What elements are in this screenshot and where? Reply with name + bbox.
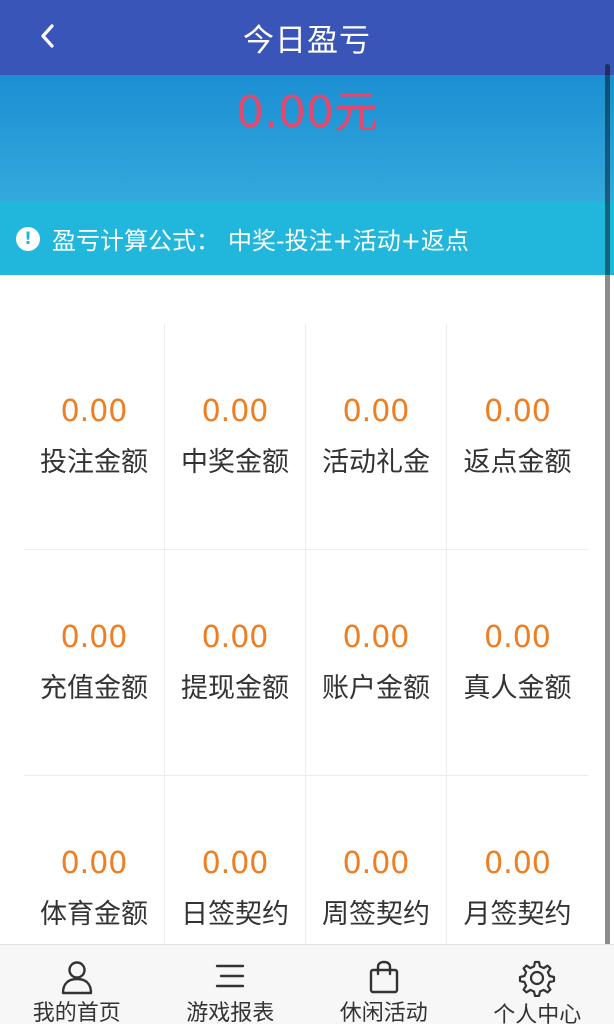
stat-value: 0.00 bbox=[484, 394, 551, 429]
stat-value: 0.00 bbox=[201, 620, 269, 655]
tab-leisure-activity[interactable]: 休闲活动 bbox=[307, 945, 461, 1024]
scrollbar[interactable] bbox=[605, 64, 610, 974]
stat-label: 日签契约 bbox=[181, 899, 289, 930]
back-chevron-icon bbox=[37, 22, 59, 54]
stat-label: 活动礼金 bbox=[322, 447, 430, 478]
stat-value: 0.00 bbox=[342, 394, 410, 429]
stat-label: 月签契约 bbox=[463, 899, 572, 930]
profit-summary: 0.00元 bbox=[0, 75, 614, 202]
navbar: 今日盈亏 bbox=[0, 0, 614, 75]
tab-personal-center-label: 个人中心 bbox=[493, 1003, 582, 1024]
total-profit-value: 0.00元 bbox=[236, 87, 378, 138]
stat-value: 0.00 bbox=[201, 846, 269, 881]
tab-game-report[interactable]: 游戏报表 bbox=[154, 945, 308, 1024]
stats-grid: 0.00 投注金额 0.00 中奖金额 0.00 活动礼金 0.00 返点金额 … bbox=[24, 324, 588, 1002]
stat-value: 0.00 bbox=[342, 846, 410, 881]
stat-cell[interactable]: 0.00 充值金额 bbox=[24, 550, 165, 776]
stat-value: 0.00 bbox=[60, 394, 128, 429]
stat-cell[interactable]: 0.00 活动礼金 bbox=[306, 324, 447, 550]
stat-label: 周签契约 bbox=[322, 899, 430, 930]
stat-value: 0.00 bbox=[484, 620, 551, 655]
stat-label: 中奖金额 bbox=[181, 447, 289, 478]
stat-value: 0.00 bbox=[60, 846, 128, 881]
stat-cell[interactable]: 0.00 返点金额 bbox=[447, 324, 588, 550]
page-title: 今日盈亏 bbox=[243, 23, 371, 59]
formula-expression: 中奖-投注+活动+返点 bbox=[228, 227, 469, 255]
tab-leisure-activity-label: 休闲活动 bbox=[339, 1001, 428, 1024]
list-icon bbox=[212, 959, 248, 995]
tab-home-label: 我的首页 bbox=[32, 1001, 121, 1024]
gear-icon bbox=[518, 959, 556, 997]
stat-value: 0.00 bbox=[201, 394, 269, 429]
stat-cell[interactable]: 0.00 真人金额 bbox=[447, 550, 588, 776]
formula-label: 盈亏计算公式： bbox=[52, 227, 220, 255]
stat-value: 0.00 bbox=[342, 620, 410, 655]
tab-game-report-label: 游戏报表 bbox=[186, 1001, 275, 1024]
tab-personal-center[interactable]: 个人中心 bbox=[461, 945, 614, 1024]
stat-label: 体育金额 bbox=[40, 899, 148, 930]
person-icon bbox=[59, 959, 95, 995]
stat-label: 返点金额 bbox=[463, 447, 572, 478]
stat-label: 账户金额 bbox=[322, 673, 430, 704]
shopping-bag-icon bbox=[366, 959, 402, 995]
back-button[interactable] bbox=[28, 18, 68, 58]
stat-cell[interactable]: 0.00 提现金额 bbox=[165, 550, 306, 776]
stat-label: 投注金额 bbox=[40, 447, 148, 478]
app-screen: 今日盈亏 0.00元 ! 盈亏计算公式： 中奖-投注+活动+返点 0.00 投注… bbox=[0, 0, 614, 1024]
stat-label: 提现金额 bbox=[181, 673, 289, 704]
tab-home[interactable]: 我的首页 bbox=[0, 945, 154, 1024]
stat-cell[interactable]: 0.00 投注金额 bbox=[24, 324, 165, 550]
stat-cell[interactable]: 0.00 账户金额 bbox=[306, 550, 447, 776]
stat-value: 0.00 bbox=[60, 620, 128, 655]
info-icon: ! bbox=[16, 226, 40, 251]
stat-label: 充值金额 bbox=[40, 673, 148, 704]
formula-bar: ! 盈亏计算公式： 中奖-投注+活动+返点 bbox=[0, 202, 614, 275]
stat-value: 0.00 bbox=[484, 846, 551, 881]
stat-label: 真人金额 bbox=[463, 673, 572, 704]
stat-cell[interactable]: 0.00 中奖金额 bbox=[165, 324, 306, 550]
bottom-tab-bar: 我的首页 游戏报表 休闲活动 个人中心 bbox=[0, 944, 614, 1024]
